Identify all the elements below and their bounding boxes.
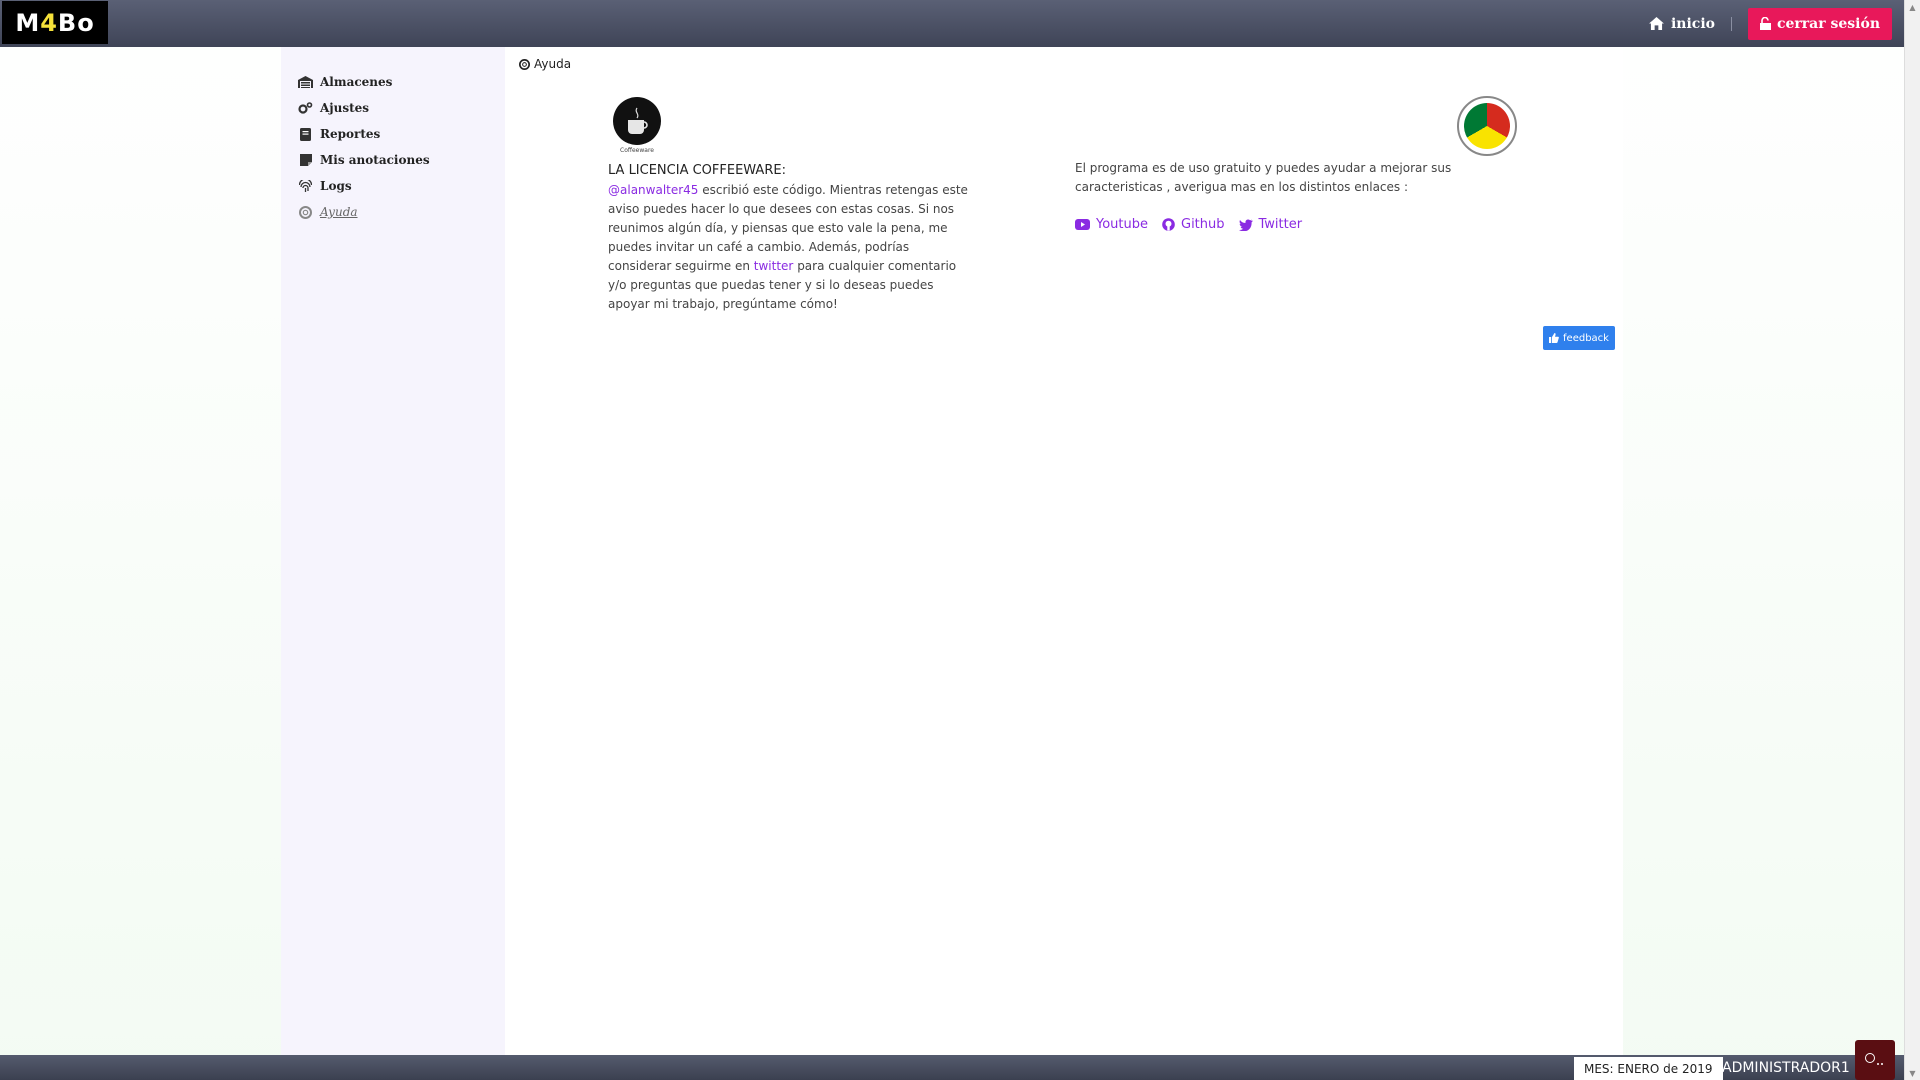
feedback-label: feedback <box>1563 332 1609 344</box>
logout-label: cerrar sesión <box>1776 15 1880 32</box>
author-handle-link[interactable]: @alanwalter45 <box>608 183 698 197</box>
sidebar-item-reportes[interactable]: Reportes <box>298 121 505 147</box>
github-label: Github <box>1181 217 1225 232</box>
sidebar-item-almacenes[interactable]: Almacenes <box>298 69 505 95</box>
sidebar-item-label: Reportes <box>320 127 381 141</box>
sidebar-item-mis-anotaciones[interactable]: Mis anotaciones <box>298 147 505 173</box>
logo-text-bo: Bo <box>57 8 95 37</box>
life-ring-icon <box>519 58 530 70</box>
page-scrollbar[interactable]: ▲ ▼ <box>1904 0 1920 1080</box>
home-icon <box>1649 17 1664 30</box>
sidebar-item-label: Mis anotaciones <box>320 153 430 167</box>
life-ring-icon <box>298 205 313 220</box>
twitter-link[interactable]: Twitter <box>1238 217 1303 232</box>
unlock-icon <box>1759 17 1771 30</box>
scroll-down-arrow-icon[interactable]: ▼ <box>1905 1066 1920 1080</box>
nav-divider <box>1730 16 1732 31</box>
seal-badge <box>1457 96 1517 156</box>
sidebar-item-label: Ajustes <box>320 101 370 115</box>
current-user: ADMINISTRADOR1 <box>1722 1059 1850 1076</box>
main-content: Ayuda Coffeeware LA LICENCIA COFFEEWARE:… <box>505 47 1623 1055</box>
twitter-inline-link[interactable]: twitter <box>754 259 794 273</box>
sidebar: Almacenes Ajustes Reportes Mis anotacion… <box>281 47 505 1055</box>
sidebar-item-logs[interactable]: Logs <box>298 173 505 199</box>
program-description: El programa es de uso gratuito y puedes … <box>1075 161 1452 194</box>
status-footer: MES: ENERO de 2019 ADMINISTRADOR1 <box>0 1055 1904 1080</box>
seal-badge-inner <box>1464 103 1510 149</box>
fingerprint-icon <box>298 179 313 194</box>
scroll-up-arrow-icon[interactable]: ▲ <box>1905 0 1920 14</box>
coffee-cup-icon <box>613 97 661 145</box>
thumbs-up-icon <box>1549 333 1559 343</box>
current-month-badge: MES: ENERO de 2019 <box>1574 1057 1723 1080</box>
twitter-label: Twitter <box>1258 217 1303 232</box>
coffeeware-logo: Coffeeware <box>612 97 662 157</box>
logout-button[interactable]: cerrar sesión <box>1747 7 1892 40</box>
github-link[interactable]: Github <box>1162 217 1225 232</box>
home-link[interactable]: inicio <box>1649 16 1715 32</box>
github-icon <box>1162 218 1175 231</box>
feedback-button[interactable]: feedback <box>1543 326 1615 350</box>
sidebar-item-ayuda[interactable]: Ayuda <box>298 199 505 225</box>
sidebar-item-label: Ayuda <box>320 205 358 219</box>
license-title: LA LICENCIA COFFEEWARE: <box>608 163 786 178</box>
youtube-link[interactable]: Youtube <box>1075 217 1148 232</box>
navbar-right: inicio cerrar sesión <box>1649 0 1892 47</box>
license-text: @alanwalter45 escribió este código. Mien… <box>608 181 968 314</box>
book-icon <box>298 127 313 142</box>
breadcrumb: Ayuda <box>519 57 571 71</box>
coffee-caption: Coffeeware <box>620 147 654 154</box>
sidebar-item-label: Almacenes <box>320 75 393 89</box>
app-logo[interactable]: M 4 Bo <box>2 1 108 44</box>
logo-text-4: 4 <box>40 8 58 37</box>
top-navbar: M 4 Bo inicio cerrar sesión <box>0 0 1904 47</box>
external-links: Youtube Github Twitter <box>1075 217 1302 232</box>
sticky-note-icon <box>298 153 313 168</box>
twitter-icon <box>1238 219 1253 231</box>
youtube-label: Youtube <box>1096 217 1148 232</box>
sidebar-item-ajustes[interactable]: Ajustes <box>298 95 505 121</box>
sidebar-item-label: Logs <box>320 179 352 193</box>
logo-text-m: M <box>15 8 41 37</box>
warehouse-icon <box>298 75 313 90</box>
sidebar-menu: Almacenes Ajustes Reportes Mis anotacion… <box>281 47 505 225</box>
home-label: inicio <box>1670 15 1715 32</box>
corner-widget-icon[interactable] <box>1855 1040 1895 1080</box>
youtube-icon <box>1075 219 1090 230</box>
cogs-icon <box>298 101 313 116</box>
breadcrumb-label: Ayuda <box>534 57 572 71</box>
